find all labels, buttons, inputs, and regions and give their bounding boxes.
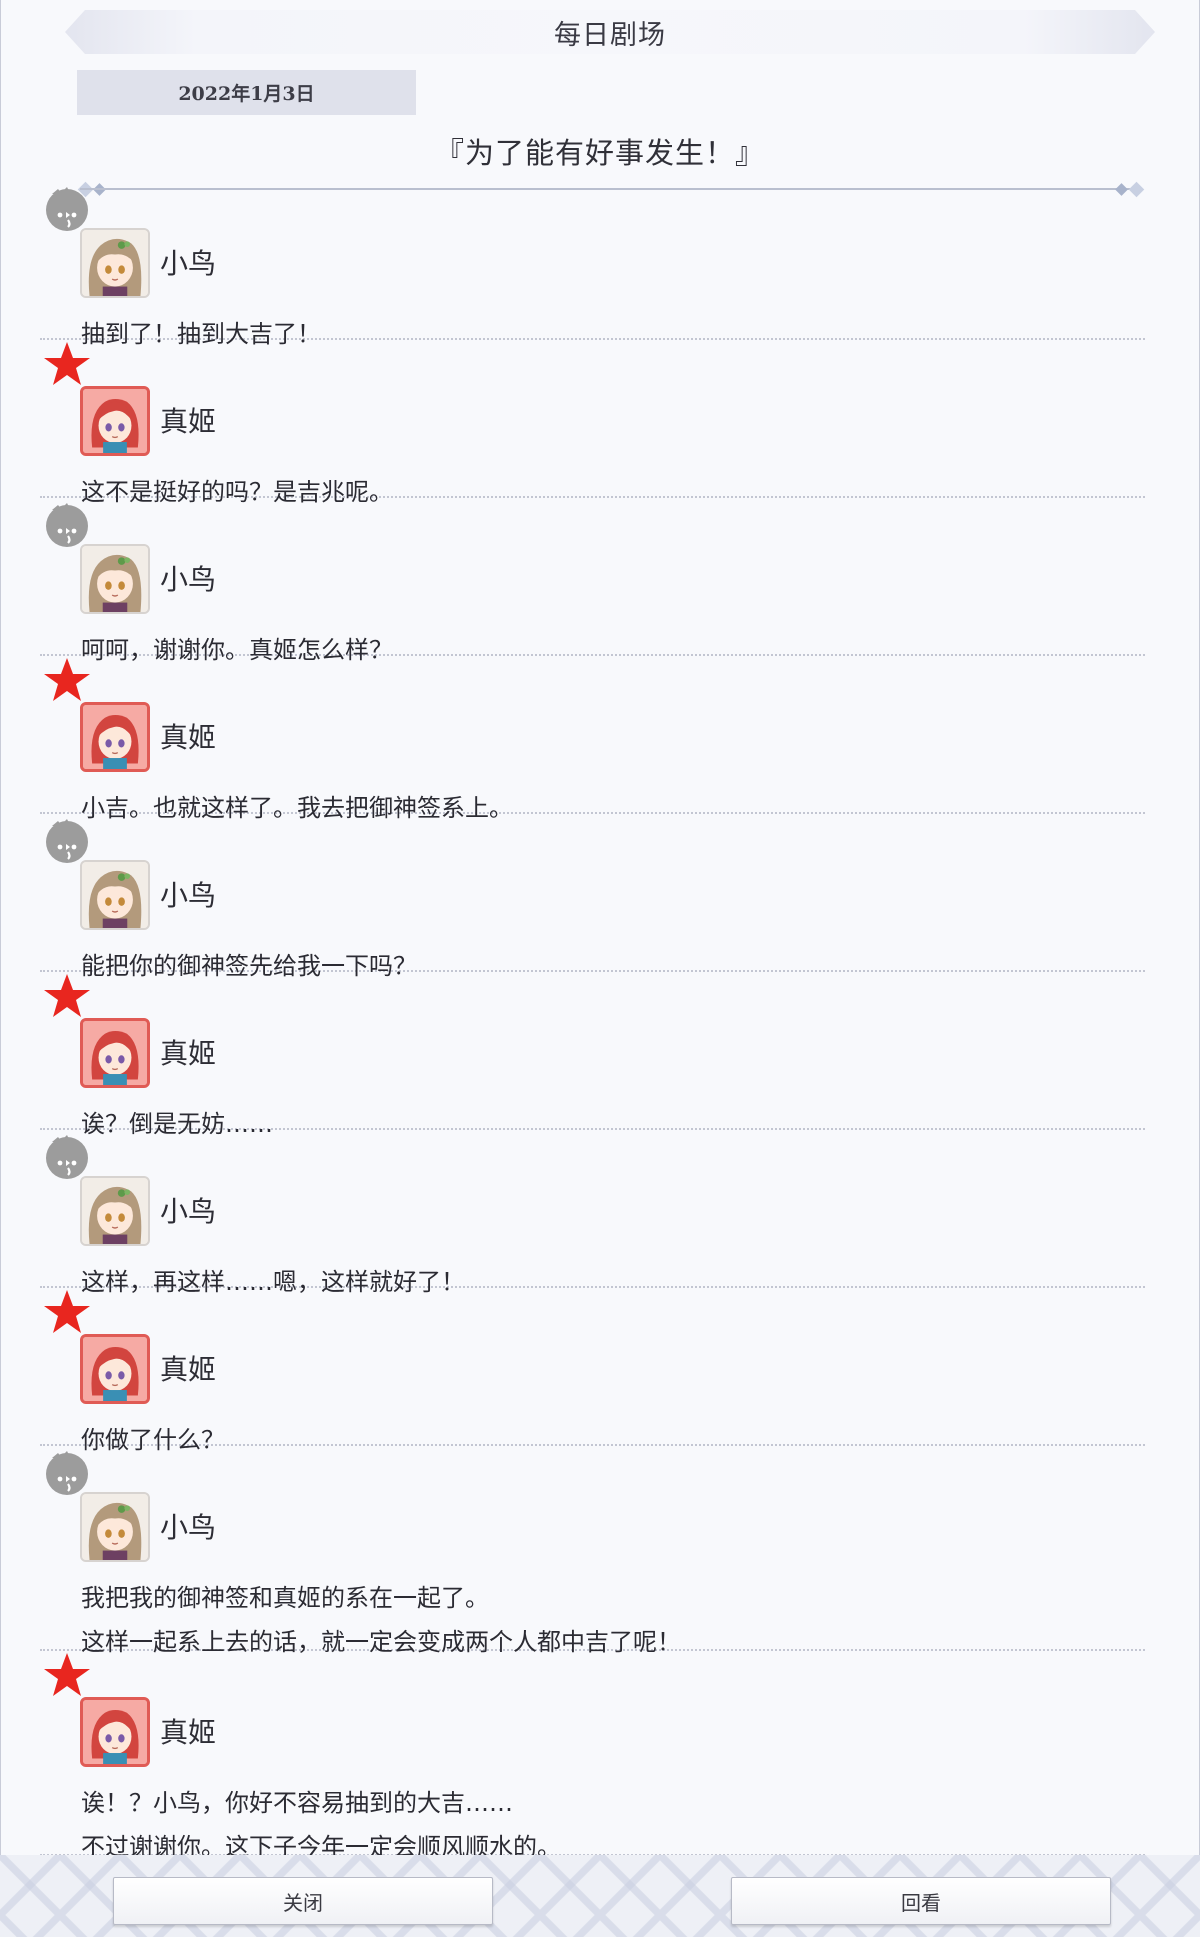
close-button[interactable]: 关闭 [113, 1877, 493, 1925]
avatar [80, 1492, 150, 1562]
dialogue-entry: 小鸟 这样，再这样……嗯，这样就好了！ [40, 1130, 1145, 1296]
speaker-name: 真姬 [160, 405, 217, 438]
dialogue-text: 我把我的御神签和真姬的系在一起了。 [81, 1584, 489, 1612]
avatar [80, 228, 150, 298]
speaker-name: 小鸟 [160, 1195, 217, 1228]
dialogue-entry: 小鸟 抽到了！抽到大吉了！ [40, 182, 1145, 348]
dialogue-list: 小鸟 抽到了！抽到大吉了！ 真姬 这不是挺好的吗？是吉兆呢。 小鸟 呵呵，谢谢你… [40, 182, 1145, 1861]
story-date: 2022年1月3日 [77, 70, 416, 115]
bird-icon [42, 1446, 92, 1496]
avatar [80, 1018, 150, 1088]
story-title: 『为了能有好事发生！』 [434, 136, 765, 170]
dialogue-entry: 小鸟 我把我的御神签和真姬的系在一起了。 这样一起系上去的话，就一定会变成两个人… [40, 1446, 1145, 1656]
speaker-name: 真姬 [160, 1353, 217, 1386]
avatar [80, 386, 150, 456]
dialogue-entry: 小鸟 能把你的御神签先给我一下吗？ [40, 814, 1145, 980]
dialogue-entry: 真姬 这不是挺好的吗？是吉兆呢。 [40, 340, 1145, 506]
page-title: 每日剧场 [65, 10, 1155, 54]
bird-icon [42, 182, 92, 232]
speaker-name: 小鸟 [160, 563, 217, 596]
dialogue-entry: 真姬 诶！？小鸟，你好不容易抽到的大吉…… 不过谢谢你。这下子今年一定会顺风顺水… [40, 1651, 1145, 1861]
speaker-name: 小鸟 [160, 1511, 217, 1544]
star-icon [42, 340, 92, 390]
avatar [80, 860, 150, 930]
speaker-name: 小鸟 [160, 247, 217, 280]
speaker-name: 小鸟 [160, 879, 217, 912]
avatar [80, 1697, 150, 1767]
dialogue-entry: 真姬 你做了什么？ [40, 1288, 1145, 1454]
star-icon [42, 656, 92, 706]
star-icon [42, 972, 92, 1022]
bird-icon [42, 498, 92, 548]
dialogue-entry: 小鸟 呵呵，谢谢你。真姬怎么样？ [40, 498, 1145, 664]
star-icon [42, 1288, 92, 1338]
avatar [80, 1176, 150, 1246]
dialogue-text: 诶！？小鸟，你好不容易抽到的大吉…… [81, 1789, 513, 1817]
speaker-name: 真姬 [160, 1716, 217, 1749]
speaker-name: 真姬 [160, 721, 217, 754]
dialogue-entry: 真姬 诶？倒是无妨…… [40, 972, 1145, 1138]
bird-icon [42, 814, 92, 864]
dialogue-entry: 真姬 小吉。也就这样了。我去把御神签系上。 [40, 656, 1145, 822]
speaker-name: 真姬 [160, 1037, 217, 1070]
avatar [80, 702, 150, 772]
bird-icon [42, 1130, 92, 1180]
avatar [80, 1334, 150, 1404]
replay-button[interactable]: 回看 [731, 1877, 1111, 1925]
star-icon [42, 1651, 92, 1701]
avatar [80, 544, 150, 614]
